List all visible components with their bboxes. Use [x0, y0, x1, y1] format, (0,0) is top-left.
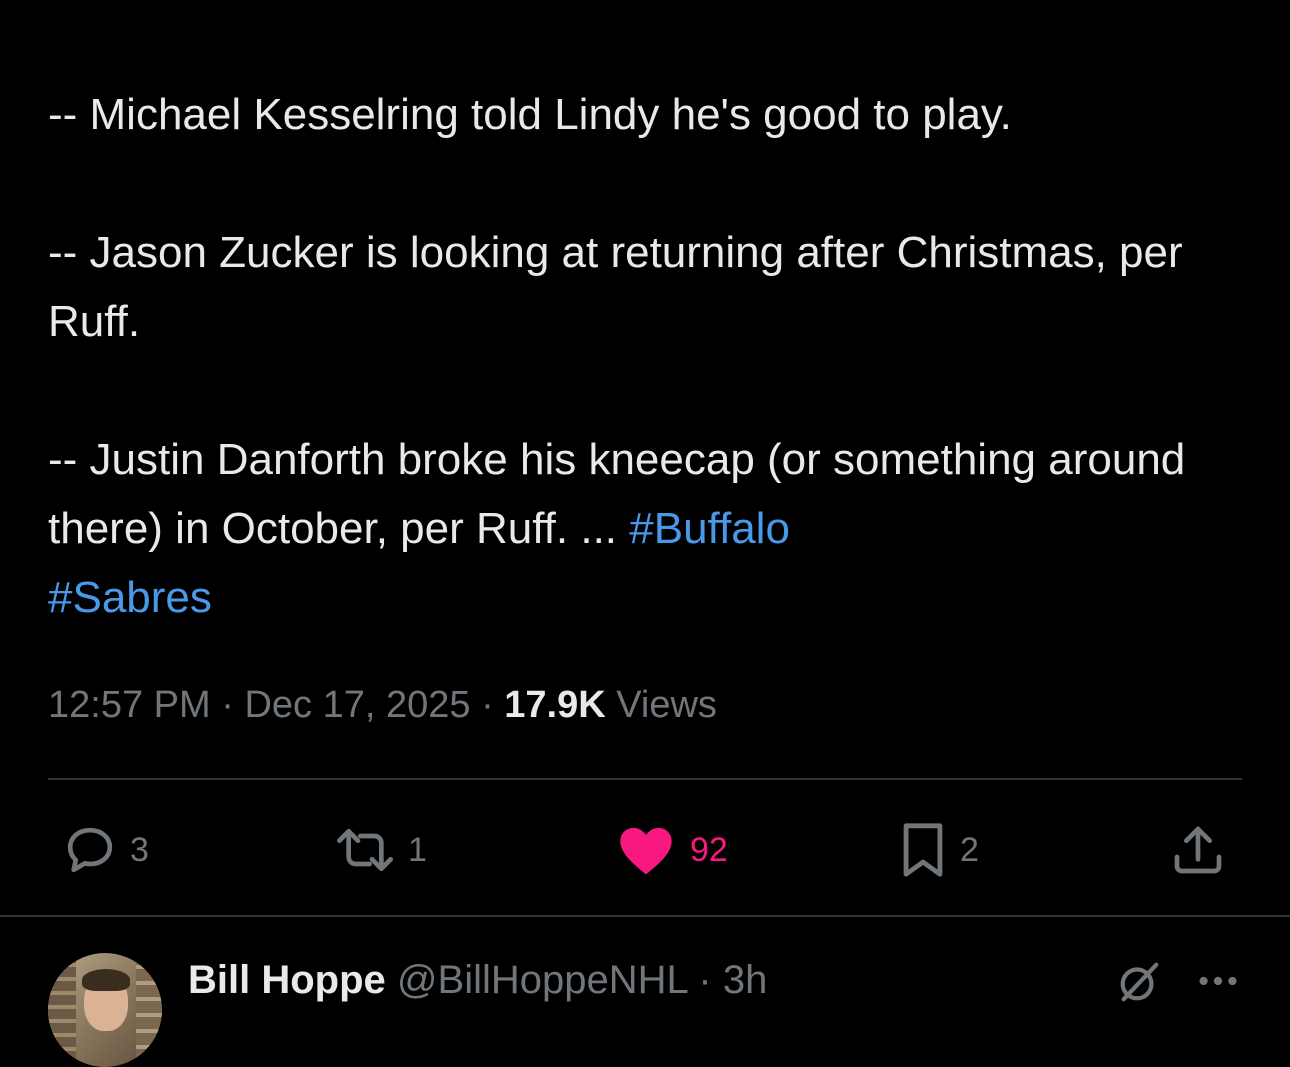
reply-separator: · [698, 958, 712, 1002]
bookmark-button[interactable]: 2 [898, 820, 979, 880]
reply-tweet[interactable]: Bill Hoppe @BillHoppeNHL · 3h [0, 917, 1290, 1067]
heart-filled-icon [618, 823, 674, 877]
reply-author-name[interactable]: Bill Hoppe [188, 958, 386, 1002]
more-dots-icon[interactable] [1196, 963, 1240, 1004]
repost-arrows-icon [334, 822, 396, 878]
repost-button[interactable]: 1 [334, 820, 427, 880]
hashtag-buffalo[interactable]: #Buffalo [629, 504, 790, 553]
reply-button[interactable]: 3 [62, 820, 149, 880]
bookmark-count: 2 [960, 830, 979, 869]
action-bar: 3 1 92 2 [0, 820, 1290, 880]
tweet-paragraph-3-text: -- Justin Danforth broke his kneecap (or… [48, 435, 1186, 553]
reply-time[interactable]: 3h [723, 958, 768, 1002]
reply-count: 3 [130, 830, 149, 869]
repost-count: 1 [408, 830, 427, 869]
avatar-background [48, 953, 76, 1067]
meta-separator: · [481, 684, 494, 726]
like-count: 92 [690, 830, 728, 869]
meta-separator: · [221, 684, 234, 726]
avatar-background [136, 953, 162, 1067]
divider [48, 778, 1242, 780]
tweet-time[interactable]: 12:57 PM [48, 684, 211, 726]
share-button[interactable] [1170, 820, 1226, 880]
grok-slash-icon[interactable] [1116, 959, 1162, 1010]
views-count[interactable]: 17.9K [504, 684, 605, 726]
share-upload-icon [1170, 821, 1226, 879]
avatar-hair [82, 969, 130, 991]
avatar[interactable] [48, 953, 162, 1067]
speech-bubble-icon [62, 822, 118, 878]
tweet-date[interactable]: Dec 17, 2025 [244, 684, 470, 726]
views-label: Views [616, 684, 717, 726]
reply-author-handle[interactable]: @BillHoppeNHL [397, 958, 687, 1002]
tweet-paragraph-3: -- Justin Danforth broke his kneecap (or… [48, 425, 1258, 632]
tweet-paragraph-1: -- Michael Kesselring told Lindy he's go… [48, 90, 1012, 139]
tweet-meta: 12:57 PM · Dec 17, 2025 · 17.9K Views [48, 680, 717, 730]
reply-header: Bill Hoppe @BillHoppeNHL · 3h [188, 955, 767, 1005]
bookmark-icon [898, 821, 948, 879]
tweet-paragraph-2: -- Jason Zucker is looking at returning … [48, 228, 1183, 346]
like-button[interactable]: 92 [618, 820, 728, 880]
hashtag-sabres[interactable]: #Sabres [48, 573, 212, 622]
